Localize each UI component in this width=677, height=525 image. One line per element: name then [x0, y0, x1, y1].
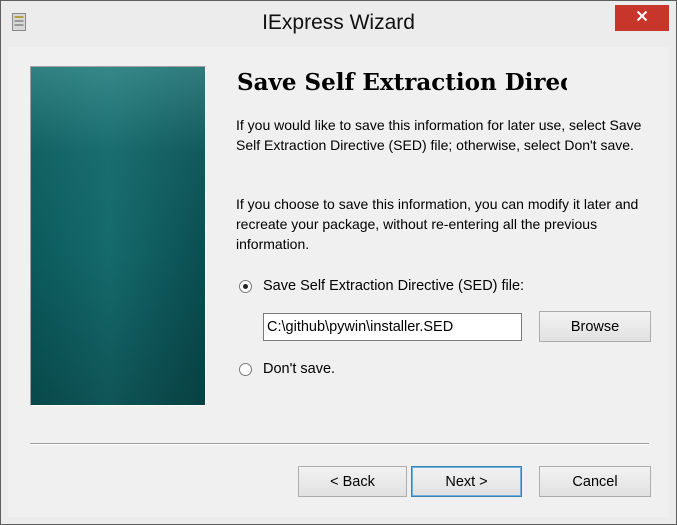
- iexpress-wizard-window: IExpress Wizard Save Self Extraction Dir…: [0, 0, 677, 525]
- close-icon: [636, 9, 648, 27]
- save-sed-label[interactable]: Save Self Extraction Directive (SED) fil…: [263, 278, 524, 294]
- next-button[interactable]: Next >: [411, 466, 522, 497]
- dont-save-radio[interactable]: [239, 363, 252, 376]
- radio-selected-dot: [243, 284, 248, 289]
- intro-paragraph: If you would like to save this informati…: [236, 117, 642, 153]
- info-paragraph: If you choose to save this information, …: [236, 196, 639, 252]
- button-separator: [30, 443, 649, 445]
- save-sed-radio[interactable]: [239, 280, 252, 293]
- browse-button[interactable]: Browse: [539, 311, 651, 342]
- window-title: IExpress Wizard: [262, 11, 415, 34]
- page-heading: Save Self Extraction Directive: [237, 69, 567, 96]
- title-bar[interactable]: IExpress Wizard: [1, 1, 676, 47]
- wizard-client-area: Save Self Extraction Directive If you wo…: [8, 47, 669, 517]
- sed-path-input[interactable]: [263, 313, 522, 341]
- banner-highlight: [31, 67, 205, 405]
- cancel-button[interactable]: Cancel: [539, 466, 651, 497]
- back-button[interactable]: < Back: [298, 466, 407, 497]
- wizard-banner-image: [30, 66, 206, 406]
- dont-save-label[interactable]: Don't save.: [263, 361, 335, 377]
- close-button[interactable]: [615, 5, 669, 31]
